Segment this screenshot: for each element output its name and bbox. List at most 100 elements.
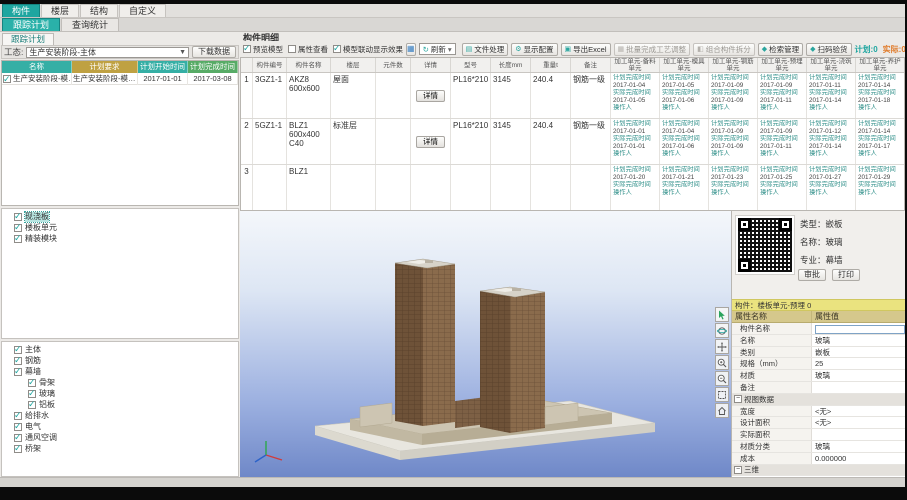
- checkbox[interactable]: [14, 443, 22, 454]
- unit-column-header[interactable]: 加工单元-钢筋单元: [709, 58, 758, 72]
- pan-icon[interactable]: [715, 339, 729, 354]
- component-tree-item[interactable]: 现浇板: [2, 211, 238, 223]
- toolbar-button[interactable]: ◆ 扫码验货: [806, 42, 852, 56]
- toolbar-button[interactable]: ▣ 导出Excel: [560, 42, 611, 56]
- plan-finish-date: 2017-01-04: [613, 81, 646, 89]
- checkbox[interactable]: [28, 388, 36, 399]
- select-cursor-icon[interactable]: [715, 307, 729, 322]
- plan-col-name[interactable]: 名称: [2, 61, 72, 73]
- col-model[interactable]: 型号: [451, 58, 491, 72]
- system-tree-item[interactable]: 骨架: [2, 377, 238, 388]
- unit-status-cell: 计划完成时间 2017-01-09 实际完成时间 2017-01-11 操作人: [758, 119, 807, 164]
- plan-panel-tab[interactable]: 跟踪计划: [2, 33, 55, 45]
- system-tree-item[interactable]: 主体: [2, 344, 238, 355]
- sub-tab[interactable]: 查询统计: [61, 18, 120, 31]
- system-tree-item[interactable]: 桥架: [2, 443, 238, 454]
- zoom-fit-icon[interactable]: [715, 387, 729, 402]
- table-row[interactable]: 2 5GZ1-1 BLZ1 600x400 C40 标准层 详情 PL16*21…: [241, 119, 904, 165]
- checkbox[interactable]: [14, 432, 22, 443]
- toolbar-checkbox[interactable]: 预览模型: [243, 43, 283, 55]
- toolbar-button[interactable]: ▤ 文件处理: [461, 42, 509, 56]
- toolbar-button[interactable]: ◧ 组合构件拆分: [693, 42, 755, 56]
- col-detail[interactable]: 详情: [411, 58, 451, 72]
- checkbox[interactable]: [14, 421, 22, 432]
- component-tree-item[interactable]: 楼板单元: [2, 222, 238, 233]
- main-tab[interactable]: 楼层: [41, 4, 80, 17]
- checkbox[interactable]: [28, 377, 36, 388]
- system-tree-item[interactable]: 电气: [2, 421, 238, 432]
- main-tab[interactable]: 构件: [2, 4, 41, 17]
- component-name-input[interactable]: [815, 325, 905, 334]
- toolbar-button[interactable]: ▦ 批量完成工艺调整: [613, 42, 691, 56]
- model-viewport[interactable]: [240, 211, 731, 477]
- table-row[interactable]: 3 BLZ1 计划完成时间 2017-01-20 实际完成时间 操作人 计划完成…: [241, 165, 904, 210]
- property-section-row[interactable]: − 三维: [732, 464, 905, 477]
- toolbar-button[interactable]: ◆ 检索管理: [757, 42, 804, 56]
- component-count: [376, 165, 411, 210]
- collapse-icon[interactable]: −: [734, 395, 742, 404]
- checkbox[interactable]: [14, 366, 22, 377]
- plan-col-require[interactable]: 计划要求: [72, 61, 138, 73]
- plan-col-start[interactable]: 计划开始时间: [138, 61, 188, 73]
- home-view-icon[interactable]: [715, 403, 729, 418]
- toolbar-checkbox[interactable]: 属性查看: [288, 44, 328, 55]
- plan-finish-label: 计划完成时间: [662, 120, 700, 127]
- unit-column-header[interactable]: 加工单元-浇筑单元: [807, 58, 856, 72]
- refresh-dropdown[interactable]: ↻ 刷新 ▾: [418, 43, 456, 55]
- plan-col-finish[interactable]: 计划完成时间: [188, 61, 238, 73]
- zoom-in-icon[interactable]: [715, 355, 729, 370]
- unit-column-header[interactable]: 加工单元-模具单元: [660, 58, 709, 72]
- unit-column-header[interactable]: 加工单元-养护单元: [856, 58, 904, 72]
- checkbox[interactable]: [14, 211, 22, 222]
- unit-column-header[interactable]: 加工单元-备料单元: [611, 58, 660, 72]
- system-tree-item[interactable]: 幕墙: [2, 366, 238, 377]
- col-name[interactable]: 构件名称: [287, 58, 331, 72]
- status-filter-dropdown[interactable]: 生产安装阶段-主体 ▼: [26, 46, 189, 58]
- col-floor[interactable]: 楼层: [331, 58, 376, 72]
- system-tree-item[interactable]: 铝板: [2, 399, 238, 410]
- selected-component-bar[interactable]: 构件：楼板单元-预埋 0: [732, 299, 905, 311]
- toolbar-button[interactable]: ⚙ 显示配置: [511, 42, 558, 56]
- main-tab[interactable]: 自定义: [119, 4, 167, 17]
- property-label: 规格（mm）: [732, 358, 812, 370]
- checkbox[interactable]: [14, 355, 22, 366]
- col-code[interactable]: 构件编号: [253, 58, 287, 72]
- checkbox[interactable]: [14, 222, 22, 233]
- component-tree-item[interactable]: 精装模块: [2, 233, 238, 244]
- unit-status-cell: 计划完成时间 2017-01-04 实际完成时间 2017-01-06 操作人: [660, 119, 709, 164]
- detail-button[interactable]: 详情: [416, 89, 445, 102]
- checkbox[interactable]: [14, 344, 22, 355]
- tree-item-label: 楼板单元: [25, 223, 57, 232]
- actual-finish-label: 实际完成时间: [613, 89, 651, 97]
- toolbar-checkbox[interactable]: 模型联动显示效果: [333, 43, 403, 55]
- grid-view-button[interactable]: ▦: [406, 42, 416, 56]
- zoom-out-icon[interactable]: [715, 371, 729, 386]
- collapse-icon[interactable]: −: [734, 465, 742, 474]
- main-tab[interactable]: 结构: [80, 4, 119, 17]
- col-note[interactable]: 备注: [571, 58, 611, 72]
- detail-button[interactable]: 详情: [416, 135, 445, 148]
- checkbox[interactable]: [3, 73, 11, 85]
- checkbox[interactable]: [14, 233, 22, 244]
- col-length[interactable]: 长度mm: [491, 58, 531, 72]
- plan-finish-label: 计划完成时间: [809, 74, 847, 81]
- orbit-icon[interactable]: [715, 323, 729, 338]
- unit-column-header[interactable]: 加工单元-预埋单元: [758, 58, 807, 72]
- system-tree-item[interactable]: 通风空调: [2, 432, 238, 443]
- actual-finish-label: 实际完成时间: [711, 89, 749, 97]
- checkbox[interactable]: [28, 399, 36, 410]
- download-data-button[interactable]: 下载数据: [192, 46, 236, 58]
- checkbox[interactable]: [14, 410, 22, 421]
- table-row[interactable]: 1 3GZ1-1 AKZ8 600x600 屋面 详情 PL16*210 314…: [241, 73, 904, 119]
- plan-finish-date: 2017-01-11: [809, 81, 841, 89]
- col-weight[interactable]: 重量t: [531, 58, 571, 72]
- approve-button[interactable]: 审批: [798, 269, 826, 281]
- system-tree-item[interactable]: 玻璃: [2, 388, 238, 399]
- system-tree-item[interactable]: 给排水: [2, 410, 238, 421]
- property-section-row[interactable]: − 视图数据: [732, 393, 905, 406]
- col-count[interactable]: 元件数: [376, 58, 411, 72]
- plan-table-row[interactable]: 生产安装阶段-模… 生产安装阶段-模… 2017-01-01 2017-03-0…: [2, 72, 238, 85]
- sub-tab[interactable]: 跟踪计划: [2, 18, 61, 31]
- print-button[interactable]: 打印: [832, 269, 860, 281]
- system-tree-item[interactable]: 钢筋: [2, 355, 238, 366]
